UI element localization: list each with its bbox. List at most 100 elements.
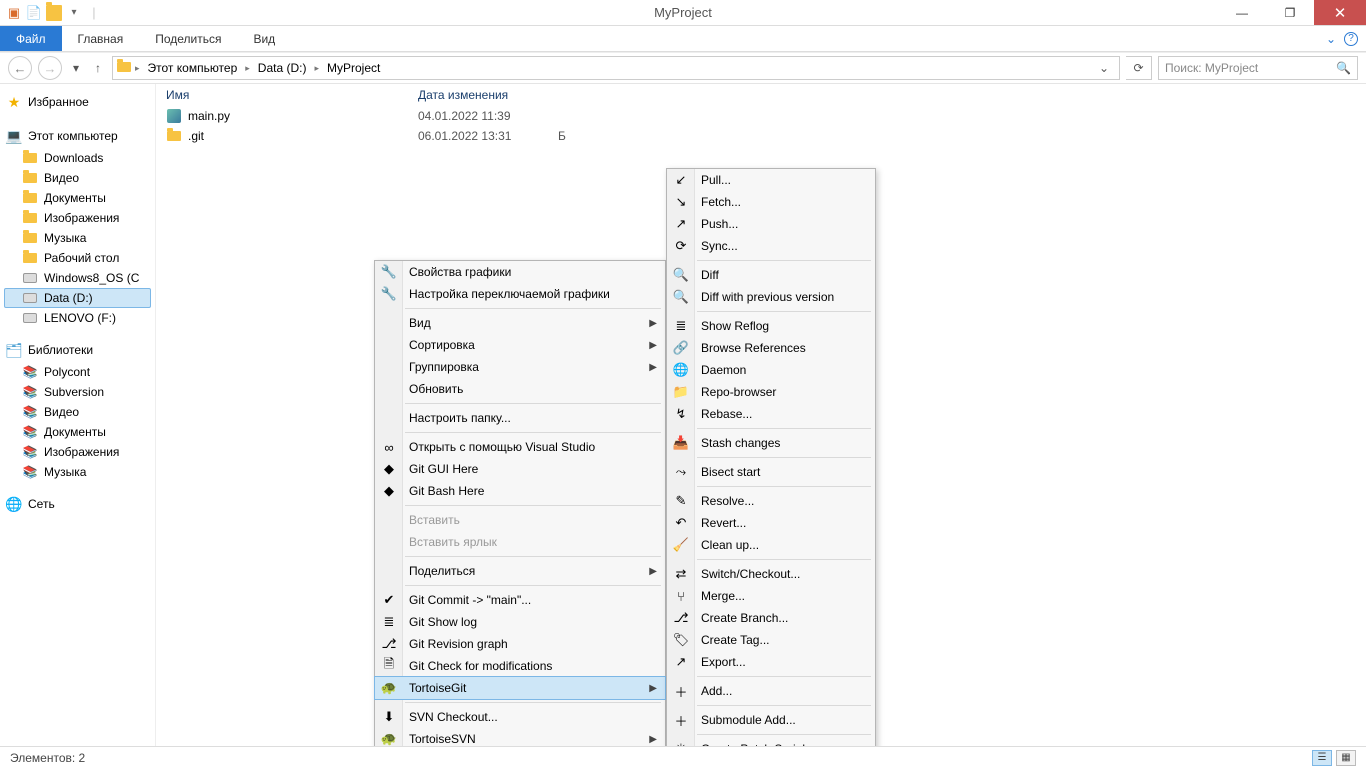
nav-item[interactable]: 📚Subversion	[4, 382, 151, 402]
menu-item[interactable]: 🔧Настройка переключаемой графики	[375, 283, 665, 305]
menu-item[interactable]: ⤳Bisect start	[667, 461, 875, 483]
tab-share[interactable]: Поделиться	[139, 26, 237, 51]
menu-item-icon: 📁	[673, 384, 689, 400]
nav-group-network[interactable]: 🌐Сеть	[4, 492, 151, 516]
menu-item[interactable]: 🌐Daemon	[667, 359, 875, 381]
search-input[interactable]: Поиск: MyProject 🔍	[1158, 56, 1358, 80]
nav-item[interactable]: 📚Музыка	[4, 462, 151, 482]
menu-item-label: Daemon	[701, 363, 746, 377]
menu-item[interactable]: Группировка▶	[375, 356, 665, 378]
properties-icon[interactable]: ▣	[6, 5, 22, 21]
menu-item[interactable]: ↗Export...	[667, 651, 875, 673]
nav-item[interactable]: 📚Видео	[4, 402, 151, 422]
nav-item[interactable]: 📚Polycont	[4, 362, 151, 382]
tab-home[interactable]: Главная	[62, 26, 140, 51]
maximize-button[interactable]: ❐	[1266, 0, 1314, 25]
file-row[interactable]: main.py04.01.2022 11:39	[156, 106, 1366, 126]
nav-item[interactable]: 📚Изображения	[4, 442, 151, 462]
chevron-right-icon[interactable]: ▸	[135, 63, 140, 74]
menu-item[interactable]: 🗎Git Check for modifications	[375, 655, 665, 677]
menu-item-label: Bisect start	[701, 465, 760, 479]
view-icons-button[interactable]: ▦	[1336, 750, 1356, 766]
nav-item[interactable]: Рабочий стол	[4, 248, 151, 268]
nav-item[interactable]: Изображения	[4, 208, 151, 228]
nav-item-icon: 📚	[22, 424, 38, 440]
menu-item[interactable]: 📥Stash changes	[667, 432, 875, 454]
address-dropdown-icon[interactable]: ⌄	[1093, 61, 1115, 75]
tab-view[interactable]: Вид	[237, 26, 291, 51]
minimize-button[interactable]: ―	[1218, 0, 1266, 25]
menu-item-label: SVN Checkout...	[409, 710, 498, 724]
nav-group-favorites[interactable]: ★Избранное	[4, 90, 151, 114]
col-header-name[interactable]: Имя	[164, 88, 418, 102]
menu-item[interactable]: ↯Rebase...	[667, 403, 875, 425]
nav-forward-button[interactable]: →	[38, 56, 62, 80]
nav-item[interactable]: Видео	[4, 168, 151, 188]
tab-file[interactable]: Файл	[0, 26, 62, 51]
menu-item[interactable]: ↙Pull...	[667, 169, 875, 191]
file-row[interactable]: .git06.01.2022 13:31Б	[156, 126, 1366, 146]
menu-item[interactable]: 🧹Clean up...	[667, 534, 875, 556]
help-icon[interactable]: ?	[1344, 32, 1358, 46]
menu-item[interactable]: ⟳Sync...	[667, 235, 875, 257]
menu-item[interactable]: 🔧Свойства графики	[375, 261, 665, 283]
col-header-date[interactable]: Дата изменения	[418, 88, 558, 102]
nav-item[interactable]: 📚Документы	[4, 422, 151, 442]
menu-item[interactable]: 🔍Diff	[667, 264, 875, 286]
menu-item[interactable]: ↘Fetch...	[667, 191, 875, 213]
menu-item[interactable]: 🏷Create Tag...	[667, 629, 875, 651]
new-file-icon[interactable]: 📄	[26, 5, 42, 21]
menu-item[interactable]: 🐢TortoiseGit▶	[375, 677, 665, 699]
chevron-right-icon[interactable]: ▸	[245, 63, 250, 74]
menu-item[interactable]: ≣Git Show log	[375, 611, 665, 633]
breadcrumb[interactable]: Этот компьютер	[144, 61, 242, 75]
nav-item[interactable]: Data (D:)	[4, 288, 151, 308]
breadcrumb[interactable]: Data (D:)	[254, 61, 311, 75]
menu-item[interactable]: ⑂Merge...	[667, 585, 875, 607]
menu-item[interactable]: Вид▶	[375, 312, 665, 334]
menu-item-icon: 🔧	[381, 286, 397, 302]
menu-item[interactable]: ✔Git Commit -> "main"...	[375, 589, 665, 611]
menu-item[interactable]: ⬇SVN Checkout...	[375, 706, 665, 728]
menu-item[interactable]: 🔗Browse References	[667, 337, 875, 359]
address-bar[interactable]: ▸ Этот компьютер ▸ Data (D:) ▸ MyProject…	[112, 56, 1120, 80]
menu-item[interactable]: ↶Revert...	[667, 512, 875, 534]
nav-up-button[interactable]: ↑	[90, 61, 106, 75]
chevron-right-icon[interactable]: ▸	[314, 63, 319, 74]
menu-item[interactable]: ＋Add...	[667, 680, 875, 702]
nav-group-libraries[interactable]: 🗂Библиотеки	[4, 338, 151, 362]
menu-item[interactable]: ◆Git GUI Here	[375, 458, 665, 480]
menu-item[interactable]: ＋Submodule Add...	[667, 709, 875, 731]
nav-group-thispc[interactable]: 💻Этот компьютер	[4, 124, 151, 148]
nav-item-icon	[22, 170, 38, 186]
qat-folder-icon[interactable]	[46, 5, 62, 21]
nav-item[interactable]: LENOVO (F:)	[4, 308, 151, 328]
menu-item[interactable]: ∞Открыть с помощью Visual Studio	[375, 436, 665, 458]
refresh-button[interactable]: ⟳	[1126, 56, 1152, 80]
close-button[interactable]: ✕	[1314, 0, 1366, 25]
nav-item[interactable]: Музыка	[4, 228, 151, 248]
menu-item[interactable]: ⎇Create Branch...	[667, 607, 875, 629]
menu-item[interactable]: ◆Git Bash Here	[375, 480, 665, 502]
menu-item[interactable]: 📁Repo-browser	[667, 381, 875, 403]
nav-item[interactable]: Downloads	[4, 148, 151, 168]
nav-item[interactable]: Windows8_OS (C	[4, 268, 151, 288]
nav-back-button[interactable]: ←	[8, 56, 32, 80]
menu-item[interactable]: ⎇Git Revision graph	[375, 633, 665, 655]
menu-item[interactable]: Поделиться▶	[375, 560, 665, 582]
view-details-button[interactable]: ☰	[1312, 750, 1332, 766]
menu-item-label: Diff with previous version	[701, 290, 834, 304]
qat-dropdown-icon[interactable]: ▾	[66, 5, 82, 21]
menu-item[interactable]: Сортировка▶	[375, 334, 665, 356]
menu-item[interactable]: ↗Push...	[667, 213, 875, 235]
menu-item[interactable]: Обновить	[375, 378, 665, 400]
nav-item[interactable]: Документы	[4, 188, 151, 208]
recent-dropdown-icon[interactable]: ▾	[68, 61, 84, 75]
ribbon-expand-icon[interactable]: ⌄	[1326, 32, 1336, 46]
menu-item[interactable]: Настроить папку...	[375, 407, 665, 429]
menu-item[interactable]: ⇄Switch/Checkout...	[667, 563, 875, 585]
breadcrumb[interactable]: MyProject	[323, 61, 384, 75]
menu-item[interactable]: ✎Resolve...	[667, 490, 875, 512]
menu-item[interactable]: 🔍Diff with previous version	[667, 286, 875, 308]
menu-item[interactable]: ≣Show Reflog	[667, 315, 875, 337]
